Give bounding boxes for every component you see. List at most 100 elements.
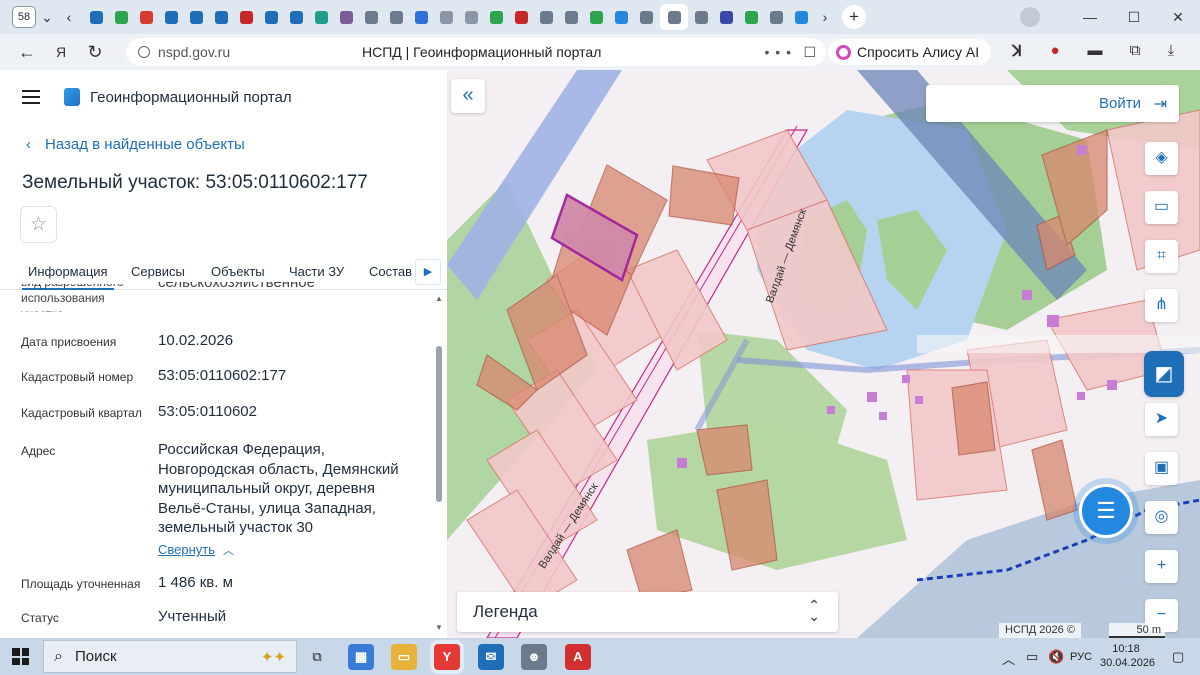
pdf-icon[interactable]: A [565,644,591,670]
extension-avatar-icon[interactable]: ● [1044,42,1066,62]
back-arrow-icon[interactable]: ← [10,42,44,63]
favorite-star-button[interactable]: ☆ [20,206,57,243]
more-icon[interactable]: • • • [765,44,792,60]
minimap-icon[interactable]: ▣ [1145,452,1178,485]
layers-icon[interactable]: ◈ [1145,142,1178,175]
notifications-icon[interactable]: ▢ [1172,649,1184,665]
browser-tab[interactable] [740,6,763,28]
network-icon[interactable]: ▭ [1026,649,1038,665]
chat-button[interactable]: ☰ [1079,484,1133,538]
cadastral-map[interactable]: Валдай — Демянск Валдай — Демянск « Войт… [447,70,1200,638]
tab-composition[interactable]: Состав [369,264,412,279]
browser-tab[interactable] [790,6,813,28]
collections-icon[interactable]: ⧉ [1124,42,1146,62]
menu-icon[interactable] [22,90,40,104]
task-view-icon[interactable]: ⧉ [304,644,330,670]
locate-icon[interactable]: ◎ [1145,501,1178,534]
browser-tab[interactable] [85,6,108,28]
share-icon[interactable]: ⋔ [1145,289,1178,322]
favicon-icon [465,10,478,24]
alice-button[interactable]: Спросить Алису AI [828,39,992,65]
minimize-icon[interactable]: — [1068,9,1112,25]
tray-up-icon[interactable]: ︿ [1002,649,1015,668]
navigate-icon[interactable]: ➤ [1145,403,1178,436]
browser-tab[interactable] [410,6,433,28]
browser-tab[interactable] [535,6,558,28]
mail-icon[interactable]: ✉ [478,644,504,670]
url-field[interactable]: nspd.gov.ru НСПД | Геоинформационный пор… [126,38,826,66]
browser-tab[interactable] [560,6,583,28]
tab-parts[interactable]: Части ЗУ [289,264,344,279]
volume-icon[interactable]: 🔇 [1048,649,1064,665]
chevron-left-icon[interactable]: ‹ [58,9,80,25]
panel-scrollbar[interactable] [436,346,442,502]
tab-services[interactable]: Сервисы [131,264,185,279]
map-canvas[interactable] [447,70,1200,638]
language-indicator[interactable]: РУС [1070,651,1092,663]
explorer-icon[interactable]: ▭ [391,644,417,670]
browser-tab[interactable] [260,6,283,28]
browser-tab[interactable] [110,6,133,28]
store-icon[interactable]: ▦ [348,644,374,670]
windows-start-icon[interactable] [12,648,29,665]
tab-info[interactable]: Информация [22,264,114,290]
browser-tab[interactable] [285,6,308,28]
browser-tab[interactable] [460,6,483,28]
browser-tab[interactable] [135,6,158,28]
zoom-in-icon[interactable]: + [1145,550,1178,583]
tab-objects[interactable]: Объекты [211,264,265,279]
maximize-icon[interactable]: ☐ [1112,9,1156,26]
browser-tab[interactable] [210,6,233,28]
browser-tab[interactable] [715,6,738,28]
browser-tab[interactable] [690,6,713,28]
browser-tab[interactable] [435,6,458,28]
browser-tab[interactable] [635,6,658,28]
legend-dropdown[interactable]: Легенда ⌃ ⌄ [457,592,838,632]
chevron-right-icon[interactable]: › [814,9,836,25]
app-icon[interactable]: ☻ [521,644,547,670]
browser-tab[interactable] [610,6,633,28]
object-title: Земельный участок: 53:05:0110602:177 [22,172,368,193]
tabs-scroll-right-icon[interactable]: ▶ [415,259,441,285]
clock[interactable]: 10:18 30.04.2026 [1100,642,1155,670]
site-info-icon[interactable] [138,46,150,58]
chevron-down-icon[interactable]: ⌄ [36,9,58,26]
scroll-up-icon[interactable]: ▲ [435,294,443,303]
browser-tab[interactable] [185,6,208,28]
extension-tray-icon[interactable]: ▬ [1084,42,1106,62]
browser-tab[interactable] [660,4,688,30]
browser-tab[interactable] [385,6,408,28]
collapse-link[interactable]: Свернуть ︿ [158,542,234,558]
browser-tab[interactable] [310,6,333,28]
browser-tab[interactable] [485,6,508,28]
back-to-results-link[interactable]: ‹ Назад в найденные объекты [26,136,245,153]
object-info-panel: Геоинформационный портал ‹ Назад в найден… [0,70,447,638]
bookmark-icon[interactable]: ☐ [803,44,816,61]
yandex-browser-icon[interactable]: Y [434,644,460,670]
scan-icon[interactable]: ⌗ [1145,240,1178,273]
browser-tab[interactable] [360,6,383,28]
reload-icon[interactable]: ↻ [78,42,112,63]
new-tab-button[interactable]: + [842,5,866,29]
browser-tab[interactable] [585,6,608,28]
close-icon[interactable]: ✕ [1156,9,1200,26]
browser-tab[interactable] [510,6,533,28]
ruler-icon[interactable]: ▭ [1145,191,1178,224]
scroll-down-icon[interactable]: ▼ [435,623,443,632]
browser-tab[interactable] [335,6,358,28]
browser-tab[interactable] [160,6,183,28]
downloads-icon[interactable]: ⤓ [1160,42,1182,62]
profile-avatar[interactable] [1020,7,1040,27]
extension-k-icon[interactable]: ꓘ [1006,42,1028,62]
collapse-panel-button[interactable]: « [451,79,485,113]
map-logo-icon[interactable]: ◩ [1144,351,1184,397]
favicon-icon [667,10,681,24]
yandex-icon[interactable]: Я [44,44,78,60]
login-button[interactable]: Войти ⇥ [926,85,1179,122]
browser-tab[interactable] [765,6,788,28]
browser-tab[interactable] [235,6,258,28]
taskbar-search[interactable]: ⌕ Поиск ✦✦ [43,640,297,673]
favicon-icon [770,10,783,24]
favicon-icon [315,10,328,24]
tab-count-badge[interactable]: 58 [12,6,36,28]
